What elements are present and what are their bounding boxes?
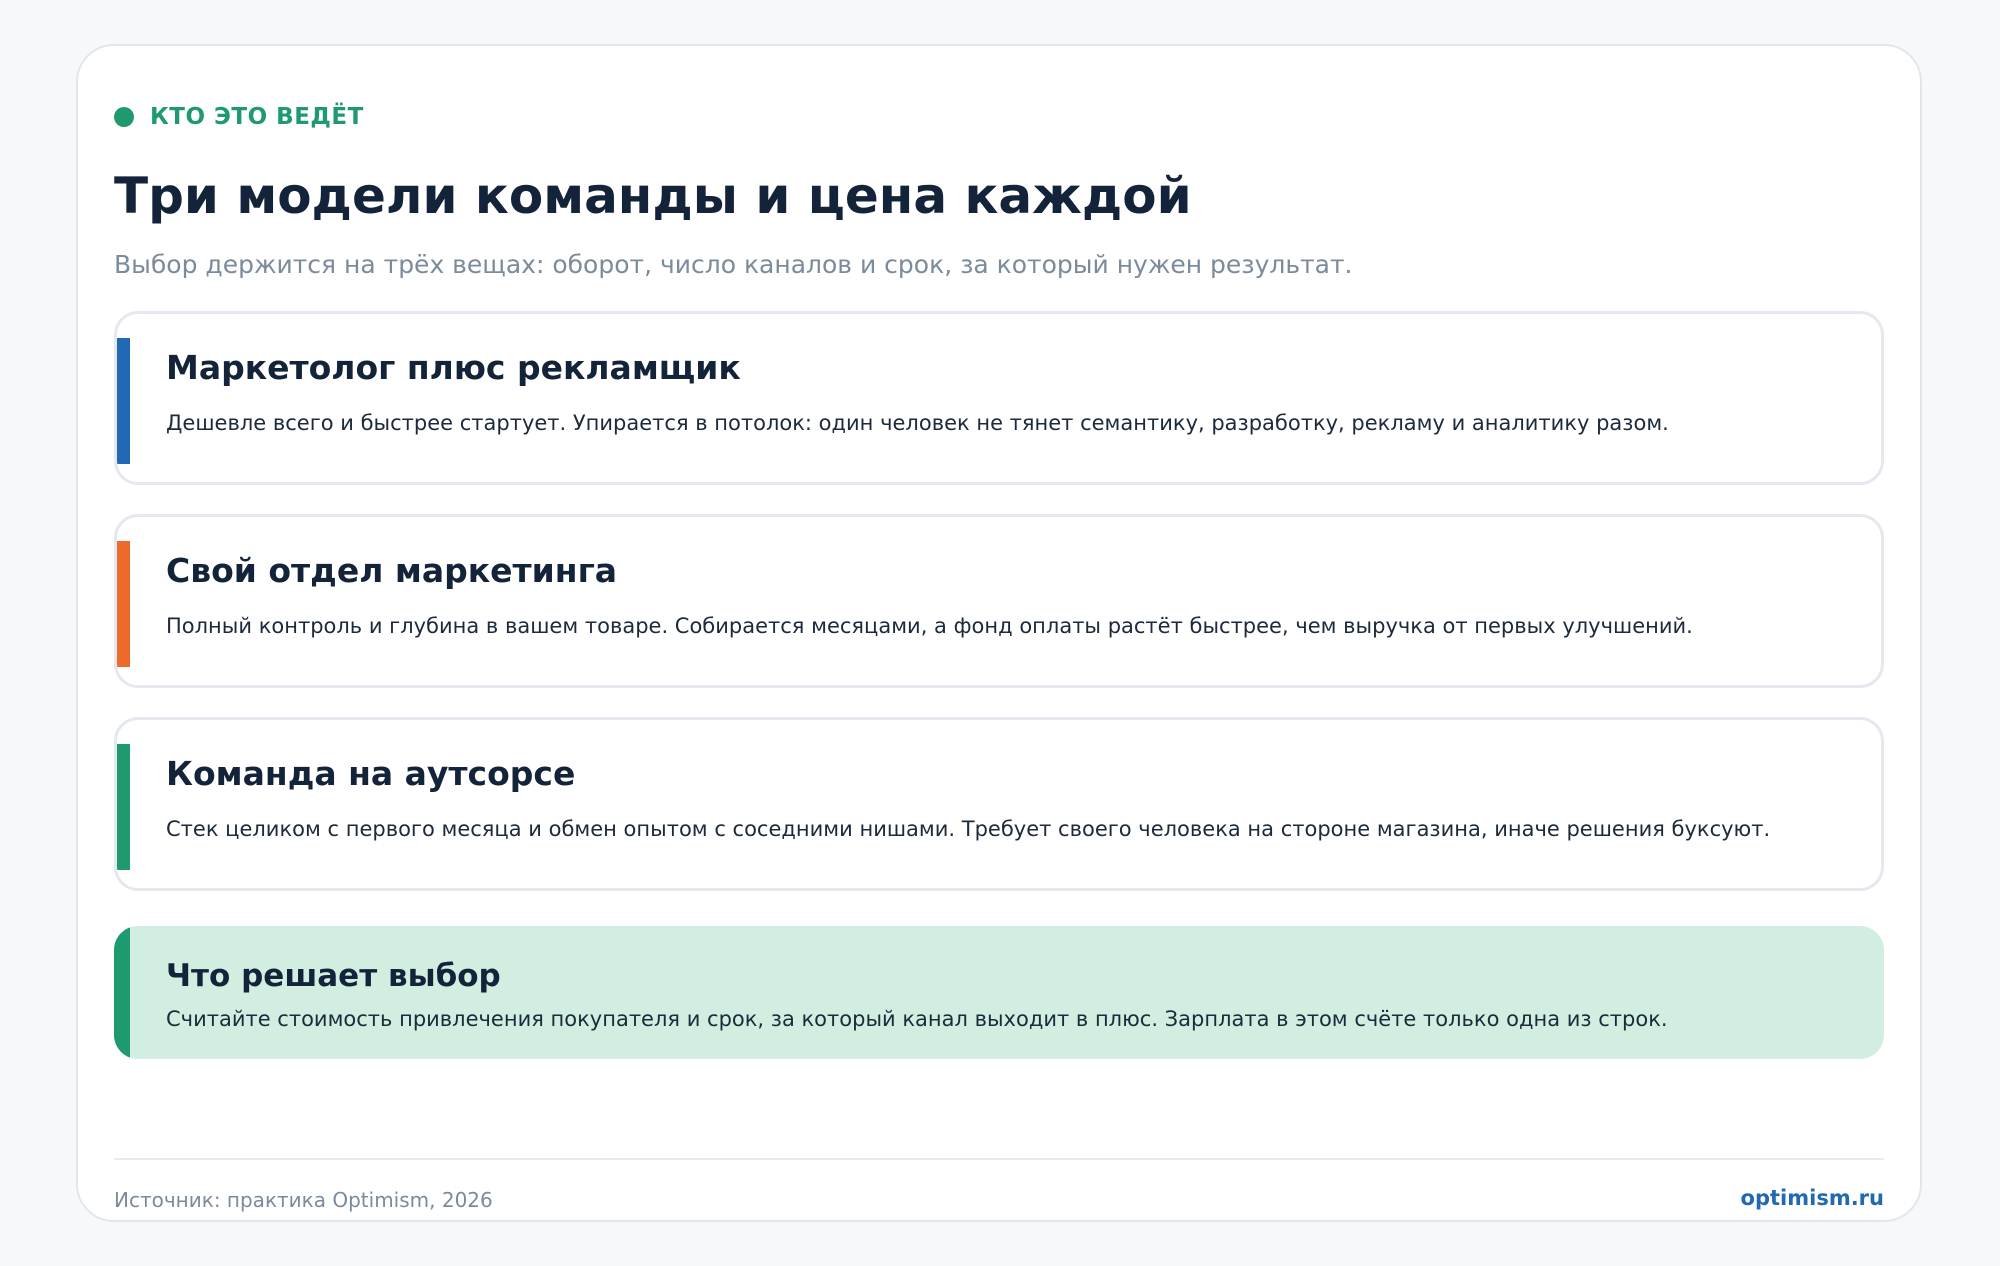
eyebrow-text: КТО ЭТО ВЕДЁТ xyxy=(150,104,364,130)
content-card: КТО ЭТО ВЕДЁТ Три модели команды и цена … xyxy=(76,44,1922,1222)
summary-title: Что решает выбор xyxy=(166,958,501,994)
footer-divider xyxy=(114,1158,1884,1160)
model-description: Стек целиком с первого месяца и обмен оп… xyxy=(166,817,1771,841)
summary-text: Считайте стоимость привлечения покупател… xyxy=(166,1007,1668,1031)
model-card-marketer-plus-advertiser: Маркетолог плюс рекламщик Дешевле всего … xyxy=(114,311,1884,485)
model-title: Свой отдел маркетинга xyxy=(166,551,618,590)
model-title: Маркетолог плюс рекламщик xyxy=(166,348,741,387)
page-title: Три модели команды и цена каждой xyxy=(114,167,1192,225)
model-title: Команда на аутсорсе xyxy=(166,754,576,793)
page-subtitle: Выбор держится на трёх вещах: оборот, чи… xyxy=(114,250,1353,279)
footer-brand-link[interactable]: optimism.ru xyxy=(1741,1184,1884,1212)
eyebrow: КТО ЭТО ВЕДЁТ xyxy=(114,104,364,130)
model-accent-bar xyxy=(117,744,130,870)
card-inner: КТО ЭТО ВЕДЁТ Три модели команды и цена … xyxy=(114,46,1884,1220)
model-accent-bar xyxy=(117,338,130,464)
model-accent-bar xyxy=(117,541,130,667)
summary-accent-bar xyxy=(114,926,130,1059)
footer-source: Источник: практика Optimism, 2026 xyxy=(114,1188,493,1212)
team-models-list: Маркетолог плюс рекламщик Дешевле всего … xyxy=(114,311,1884,920)
model-card-outsourced-team: Команда на аутсорсе Стек целиком с перво… xyxy=(114,717,1884,891)
summary-callout: Что решает выбор Считайте стоимость прив… xyxy=(114,926,1884,1059)
eyebrow-dot-icon xyxy=(114,107,134,127)
model-description: Дешевле всего и быстрее стартует. Упирае… xyxy=(166,411,1669,435)
model-card-inhouse-department: Свой отдел маркетинга Полный контроль и … xyxy=(114,514,1884,688)
model-description: Полный контроль и глубина в вашем товаре… xyxy=(166,614,1693,638)
